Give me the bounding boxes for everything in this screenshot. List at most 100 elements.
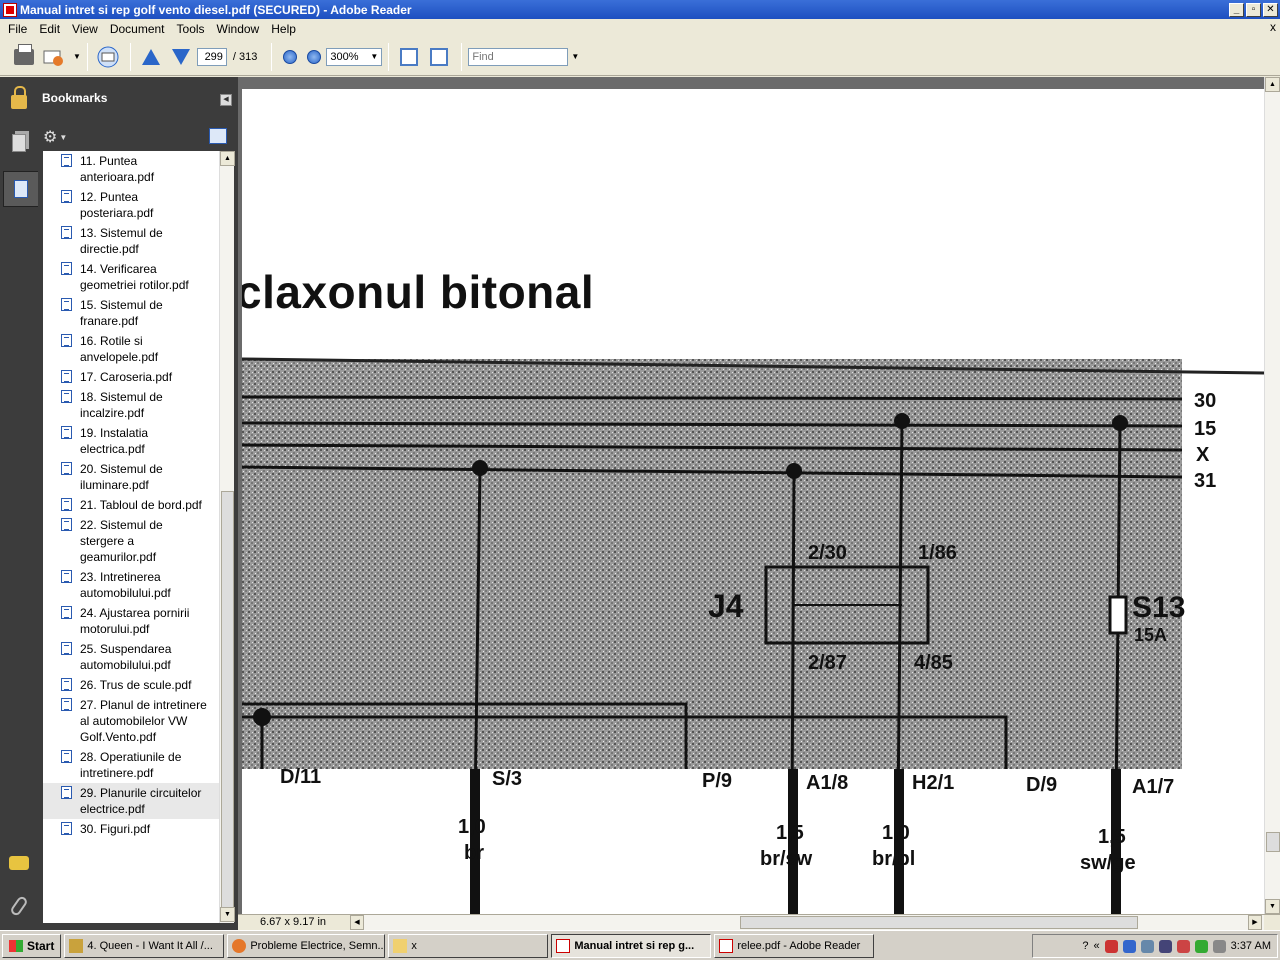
scroll-thumb[interactable] — [221, 491, 234, 909]
bookmark-page-icon — [61, 226, 72, 239]
scroll-up-button[interactable]: ▲ — [1265, 77, 1280, 92]
email-dropdown-icon[interactable]: ▼ — [73, 52, 81, 61]
tray-help-icon[interactable]: ? — [1082, 940, 1088, 952]
email-icon — [43, 50, 63, 66]
search-icon[interactable] — [1140, 939, 1154, 953]
security-center-icon[interactable] — [1194, 939, 1208, 953]
menu-tools[interactable]: Tools — [171, 22, 211, 36]
acrobat-online-button[interactable] — [94, 43, 122, 71]
comments-button[interactable] — [5, 849, 33, 877]
scroll-down-button[interactable]: ▼ — [220, 907, 235, 922]
bookmark-page-icon — [61, 298, 72, 311]
taskbar-item-adobe-relee[interactable]: relee.pdf - Adobe Reader — [714, 933, 875, 958]
bookmark-item[interactable]: 12. Puntea posteriara.pdf — [43, 187, 219, 223]
bookmark-item[interactable]: 30. Figuri.pdf — [43, 819, 219, 839]
gear-icon[interactable]: ⚙ — [43, 127, 57, 147]
document-horizontal-scrollbar[interactable]: ◀ ▶ — [350, 915, 1264, 931]
arrow-up-icon — [141, 48, 160, 65]
bookmark-item[interactable]: 14. Verificarea geometriei rotilor.pdf — [43, 259, 219, 295]
status-bar: 6.67 x 9.17 in ◀ ▶ — [238, 914, 1280, 931]
scroll-thumb[interactable] — [740, 916, 1138, 929]
zoom-in-button[interactable] — [307, 49, 322, 64]
tray-expand-button[interactable]: « — [1094, 940, 1100, 952]
scroll-left-button[interactable]: ◀ — [350, 915, 364, 930]
bookmark-item[interactable]: 18. Sistemul de incalzire.pdf — [43, 387, 219, 423]
bookmarks-scrollbar[interactable]: ▲ ▼ — [219, 151, 235, 923]
bookmark-item[interactable]: 24. Ajustarea pornirii motorului.pdf — [43, 603, 219, 639]
bookmark-label: 11. Puntea anterioara.pdf — [80, 154, 155, 184]
monitor-icon[interactable] — [1158, 939, 1172, 953]
bookmark-item[interactable]: 22. Sistemul de stergere a geamurilor.pd… — [43, 515, 219, 567]
menu-file[interactable]: File — [2, 22, 33, 36]
bookmark-item[interactable]: 25. Suspendarea automobilului.pdf — [43, 639, 219, 675]
zoom-select[interactable]: 300% ▼ — [326, 47, 383, 66]
bookmarks-button[interactable] — [3, 171, 39, 207]
document-vertical-scrollbar[interactable]: ▲ ▼ — [1264, 77, 1280, 914]
close-button[interactable]: ✕ — [1263, 2, 1278, 17]
bookmark-item[interactable]: 15. Sistemul de franare.pdf — [43, 295, 219, 331]
bookmark-item[interactable]: 27. Planul de intretinere al automobilel… — [43, 695, 219, 747]
fit-width-button[interactable] — [395, 43, 423, 71]
bookmark-label: 15. Sistemul de franare.pdf — [80, 298, 163, 328]
network-icon[interactable] — [1122, 939, 1136, 953]
taskbar-item-folder[interactable]: x — [388, 933, 549, 958]
fuse-rating: 15A — [1134, 625, 1167, 645]
restore-button[interactable]: ▫ — [1246, 2, 1261, 17]
collapse-panel-button[interactable]: ◀ — [220, 94, 232, 106]
bookmark-item[interactable]: 23. Intretinerea automobilului.pdf — [43, 567, 219, 603]
pages-button[interactable] — [5, 129, 33, 157]
next-page-button[interactable] — [167, 43, 195, 71]
bookmark-page-icon — [61, 678, 72, 691]
scroll-down-button[interactable]: ▼ — [1265, 899, 1280, 914]
scroll-right-button[interactable]: ▶ — [1248, 915, 1262, 930]
bookmark-item[interactable]: 17. Caroseria.pdf — [43, 367, 219, 387]
document-view[interactable]: 30 15 X 31 J4 S13 15A 2/30 1/86 2/87 4/8… — [238, 77, 1264, 914]
bookmark-item[interactable]: 11. Puntea anterioara.pdf — [43, 151, 219, 187]
adobe-tray-icon[interactable] — [1104, 939, 1118, 953]
junction-dot — [786, 463, 802, 479]
adobe-reader-icon — [3, 2, 17, 17]
print-button[interactable] — [10, 43, 38, 71]
bookmark-item[interactable]: 29. Planurile circuitelor electrice.pdf — [43, 783, 219, 819]
navigation-pane-strip — [0, 77, 39, 930]
scroll-thumb[interactable] — [1266, 832, 1280, 852]
shield-icon[interactable] — [1176, 939, 1190, 953]
bookmark-item[interactable]: 28. Operatiunile de intretinere.pdf — [43, 747, 219, 783]
bookmark-item[interactable]: 19. Instalatia electrica.pdf — [43, 423, 219, 459]
bookmark-page-icon — [61, 642, 72, 655]
menu-close-button[interactable]: x — [1270, 20, 1276, 34]
scroll-up-button[interactable]: ▲ — [220, 151, 235, 166]
menu-help[interactable]: Help — [265, 22, 302, 36]
menu-window[interactable]: Window — [211, 22, 266, 36]
expand-bookmark-button[interactable] — [209, 128, 227, 144]
menu-document[interactable]: Document — [104, 22, 171, 36]
menu-edit[interactable]: Edit — [33, 22, 66, 36]
menu-view[interactable]: View — [66, 22, 104, 36]
taskbar-item-winamp[interactable]: 4. Queen - I Want It All /... — [64, 933, 225, 958]
start-button[interactable]: Start — [2, 933, 62, 958]
find-input[interactable] — [468, 47, 569, 66]
previous-page-button[interactable] — [137, 43, 165, 71]
options-dropdown-icon[interactable]: ▼ — [59, 133, 67, 142]
page-number-input[interactable] — [196, 47, 227, 66]
taskbar-item-adobe-manual[interactable]: Manual intret si rep g... — [551, 933, 712, 958]
minimize-button[interactable]: _ — [1229, 2, 1244, 17]
find-dropdown-icon[interactable]: ▼ — [571, 52, 579, 61]
bookmark-label: 21. Tabloul de bord.pdf — [80, 498, 202, 512]
taskbar-item-label: relee.pdf - Adobe Reader — [737, 939, 861, 952]
bookmarks-list: 11. Puntea anterioara.pdf 12. Puntea post… — [43, 151, 219, 923]
bookmark-item[interactable]: 16. Rotile si anvelopele.pdf — [43, 331, 219, 367]
bookmark-item[interactable]: 13. Sistemul de directie.pdf — [43, 223, 219, 259]
bookmark-item[interactable]: 20. Sistemul de iluminare.pdf — [43, 459, 219, 495]
bookmark-item[interactable]: 21. Tabloul de bord.pdf — [43, 495, 219, 515]
taskbar-item-firefox[interactable]: Probleme Electrice, Semn... — [227, 933, 386, 958]
security-button[interactable] — [5, 85, 33, 113]
bookmark-label: 19. Instalatia electrica.pdf — [80, 426, 149, 456]
bookmark-item[interactable]: 26. Trus de scule.pdf — [43, 675, 219, 695]
start-label: Start — [27, 938, 55, 953]
email-button[interactable] — [40, 43, 68, 71]
volume-icon[interactable] — [1212, 939, 1226, 953]
fit-page-button[interactable] — [425, 43, 453, 71]
attachments-button[interactable] — [5, 892, 33, 920]
zoom-out-button[interactable] — [283, 49, 298, 64]
